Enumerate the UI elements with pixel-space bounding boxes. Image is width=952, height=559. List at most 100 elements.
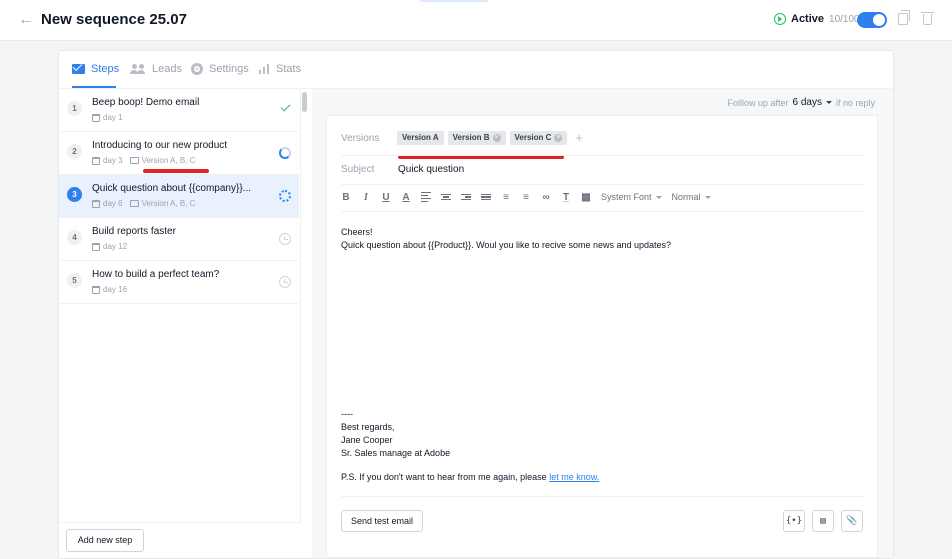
email-body[interactable]: Cheers! Quick question about {{Product}}… bbox=[341, 226, 671, 252]
align-right-icon[interactable] bbox=[461, 192, 471, 202]
font-family-select[interactable]: System Font bbox=[601, 192, 662, 202]
font-size-value: Normal bbox=[671, 192, 701, 202]
version-chip[interactable]: Version B × bbox=[447, 130, 506, 145]
chevron-down-icon[interactable] bbox=[825, 101, 832, 104]
step-item[interactable]: 1 Beep boop! Demo email day 1 bbox=[59, 89, 299, 132]
step-day: day 1 bbox=[103, 113, 123, 122]
sequence-card: Steps Leads Settings Stats 1 Beep boop! … bbox=[58, 50, 894, 559]
align-justify-icon[interactable] bbox=[481, 192, 491, 202]
step-number: 4 bbox=[67, 230, 82, 245]
active-toggle[interactable] bbox=[857, 12, 887, 28]
annotation-underline bbox=[143, 169, 209, 173]
link-icon[interactable]: ∞ bbox=[541, 192, 551, 203]
top-bar: ← New sequence 25.07 Active 10/100 bbox=[0, 0, 952, 41]
progress-half-icon bbox=[279, 147, 291, 159]
align-center-icon[interactable] bbox=[441, 192, 451, 202]
divider bbox=[341, 496, 865, 497]
attachment-icon[interactable]: 📎 bbox=[841, 510, 863, 532]
template-icon[interactable]: ▤ bbox=[812, 510, 834, 532]
bullet-list-icon[interactable]: ≡ bbox=[521, 192, 531, 203]
envelope-icon bbox=[129, 200, 139, 207]
ordered-list-icon[interactable]: ≡ bbox=[501, 192, 511, 203]
step-title: Beep boop! Demo email bbox=[92, 97, 200, 108]
version-chip-label: Version A bbox=[402, 132, 439, 142]
chevron-down-icon bbox=[655, 195, 662, 199]
arrow-left-icon[interactable]: ← bbox=[18, 11, 34, 29]
gear-icon bbox=[191, 63, 203, 75]
calendar-icon bbox=[92, 113, 100, 122]
version-chip[interactable]: Version A bbox=[397, 130, 444, 145]
text-color-icon[interactable]: A bbox=[401, 192, 411, 203]
bold-icon[interactable]: B bbox=[341, 192, 351, 203]
step-item[interactable]: 3 Quick question about {{company}}... da… bbox=[59, 175, 299, 218]
step-item[interactable]: 4 Build reports faster day 12 bbox=[59, 218, 299, 261]
clear-format-icon[interactable]: T̲ bbox=[561, 192, 571, 203]
add-new-step-button[interactable]: Add new step bbox=[66, 529, 144, 552]
clock-icon bbox=[279, 233, 291, 245]
align-left-icon[interactable] bbox=[421, 192, 431, 202]
step-number: 5 bbox=[67, 273, 82, 288]
step-meta: day 3 Version A, B, C bbox=[92, 156, 195, 165]
plus-icon[interactable]: + bbox=[575, 130, 583, 145]
calendar-icon bbox=[92, 285, 100, 294]
step-meta: day 12 bbox=[92, 242, 127, 251]
close-icon[interactable]: × bbox=[492, 133, 501, 142]
followup-days-select[interactable]: 6 days bbox=[793, 97, 822, 108]
step-versions: Version A, B, C bbox=[141, 156, 196, 165]
divider bbox=[341, 184, 865, 185]
signature-line: Jane Cooper bbox=[341, 435, 393, 445]
italic-icon[interactable]: I bbox=[361, 192, 371, 203]
step-day: day 3 bbox=[103, 156, 123, 165]
top-progress-strip bbox=[420, 0, 488, 2]
check-icon bbox=[280, 101, 291, 112]
step-item[interactable]: 5 How to build a perfect team? day 16 bbox=[59, 261, 299, 304]
variable-icon[interactable]: {•} bbox=[783, 510, 805, 532]
version-chip[interactable]: Version C × bbox=[509, 130, 568, 145]
step-title: How to build a perfect team? bbox=[92, 269, 220, 280]
unsubscribe-link[interactable]: let me know. bbox=[549, 472, 599, 482]
trash-icon[interactable] bbox=[921, 12, 934, 25]
step-meta: day 16 bbox=[92, 285, 127, 294]
copy-icon[interactable] bbox=[898, 10, 910, 25]
step-day: day 12 bbox=[103, 242, 128, 251]
version-chips: Version A Version B × Version C × + bbox=[397, 130, 583, 145]
underline-icon[interactable]: U bbox=[381, 192, 391, 203]
tab-stats[interactable]: Stats bbox=[259, 63, 301, 75]
body-line: Quick question about {{Product}}. Woul y… bbox=[341, 240, 672, 250]
bar-chart-icon bbox=[259, 64, 270, 74]
tab-bar: Steps Leads Settings Stats bbox=[59, 51, 893, 89]
font-size-select[interactable]: Normal bbox=[672, 192, 711, 202]
steps-scrollbar[interactable] bbox=[302, 92, 307, 112]
close-icon[interactable]: × bbox=[554, 133, 563, 142]
subject-input[interactable]: Quick question bbox=[398, 164, 464, 175]
tab-leads[interactable]: Leads bbox=[130, 63, 182, 75]
clock-icon bbox=[279, 276, 291, 288]
active-tab-indicator bbox=[72, 86, 116, 88]
step-number: 3 bbox=[67, 187, 82, 202]
mail-icon bbox=[72, 64, 85, 74]
step-number: 2 bbox=[67, 144, 82, 159]
ps-text: P.S. If you don't want to hear from me a… bbox=[341, 472, 547, 482]
email-signature[interactable]: ---- Best regards, Jane Cooper Sr. Sales… bbox=[341, 408, 450, 460]
tab-stats-label: Stats bbox=[276, 63, 302, 75]
divider bbox=[341, 155, 865, 156]
tab-steps-label: Steps bbox=[91, 63, 120, 75]
image-icon[interactable]: ▩ bbox=[581, 192, 591, 203]
divider bbox=[341, 211, 865, 212]
sequence-title: New sequence 25.07 bbox=[41, 11, 187, 28]
active-label: Active bbox=[791, 13, 825, 25]
step-title: Build reports faster bbox=[92, 226, 176, 237]
envelope-icon bbox=[129, 157, 139, 164]
step-meta: day 1 bbox=[92, 113, 123, 122]
step-day: day 6 bbox=[103, 199, 123, 208]
tab-settings[interactable]: Settings bbox=[191, 63, 249, 75]
chevron-down-icon bbox=[704, 195, 711, 199]
tab-leads-label: Leads bbox=[152, 63, 182, 75]
step-meta: day 6 Version A, B, C bbox=[92, 199, 195, 208]
play-circle-icon bbox=[774, 13, 786, 25]
active-status: Active 10/100 bbox=[774, 13, 860, 25]
signature-line: Sr. Sales manage at Adobe bbox=[341, 448, 451, 458]
loading-icon bbox=[279, 190, 291, 202]
tab-steps[interactable]: Steps bbox=[72, 63, 119, 75]
send-test-email-button[interactable]: Send test email bbox=[341, 510, 423, 532]
